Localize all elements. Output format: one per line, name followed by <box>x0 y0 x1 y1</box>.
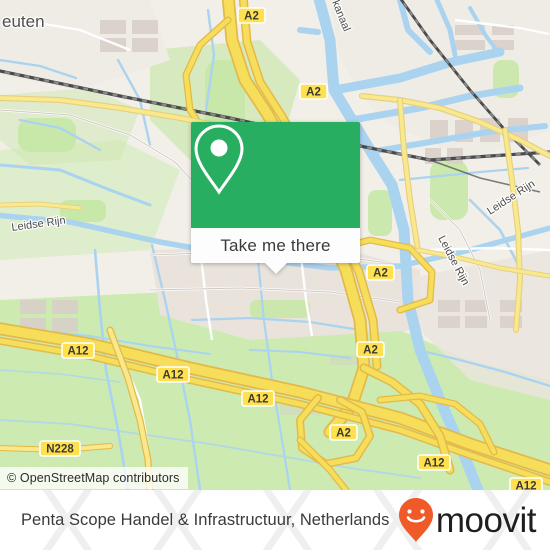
road-shield-label: A2 <box>363 345 378 357</box>
moovit-logo[interactable]: moovit <box>398 497 537 543</box>
road-shield-label: A12 <box>67 346 88 358</box>
road-shield: A2 <box>329 424 358 441</box>
road-shield: A2 <box>366 264 395 281</box>
road-shield-label: A2 <box>244 11 259 23</box>
osm-attribution[interactable]: © OpenStreetMap contributors <box>0 467 188 489</box>
map-canvas[interactable]: euten Leidse Rijn Leidse Rijn Leidse Rijn ka… <box>0 0 550 490</box>
footer-bar: Penta Scope Handel & Infrastructuur, Net… <box>0 490 550 550</box>
road-shield: A12 <box>417 454 451 471</box>
road-shield: A2 <box>299 83 328 100</box>
moovit-wordmark: moovit <box>435 500 537 540</box>
map-screenshot: euten Leidse Rijn Leidse Rijn Leidse Rijn ka… <box>0 0 550 550</box>
road-shield-label: A2 <box>336 428 351 440</box>
road-shield-label: A12 <box>423 458 444 470</box>
location-popup[interactable]: Take me there <box>191 122 360 274</box>
popup-action-bar[interactable]: Take me there <box>191 228 360 263</box>
road-shield: A2 <box>356 341 385 358</box>
road-shield-label: A2 <box>306 87 321 99</box>
road-shield-label: A12 <box>247 394 268 406</box>
road-shield: N228 <box>39 440 81 457</box>
road-shield: A12 <box>241 390 275 407</box>
road-shield: A12 <box>156 366 190 383</box>
moovit-pin-icon <box>398 498 433 542</box>
map-pin-icon <box>194 124 244 195</box>
road-shield-label: A12 <box>162 370 183 382</box>
take-me-there-label: Take me there <box>220 235 331 255</box>
place-label: euten <box>2 12 45 31</box>
road-shield-label: A2 <box>373 268 388 280</box>
road-shield: A12 <box>61 342 95 359</box>
popup-pointer <box>264 263 287 274</box>
road-shield-label: N228 <box>46 444 74 456</box>
road-shield-label: A12 <box>515 481 536 491</box>
place-title: Penta Scope Handel & Infrastructuur, Net… <box>21 510 390 529</box>
road-shield: A12 <box>509 477 543 491</box>
popup-header <box>191 122 360 228</box>
road-shield: A2 <box>237 7 266 24</box>
